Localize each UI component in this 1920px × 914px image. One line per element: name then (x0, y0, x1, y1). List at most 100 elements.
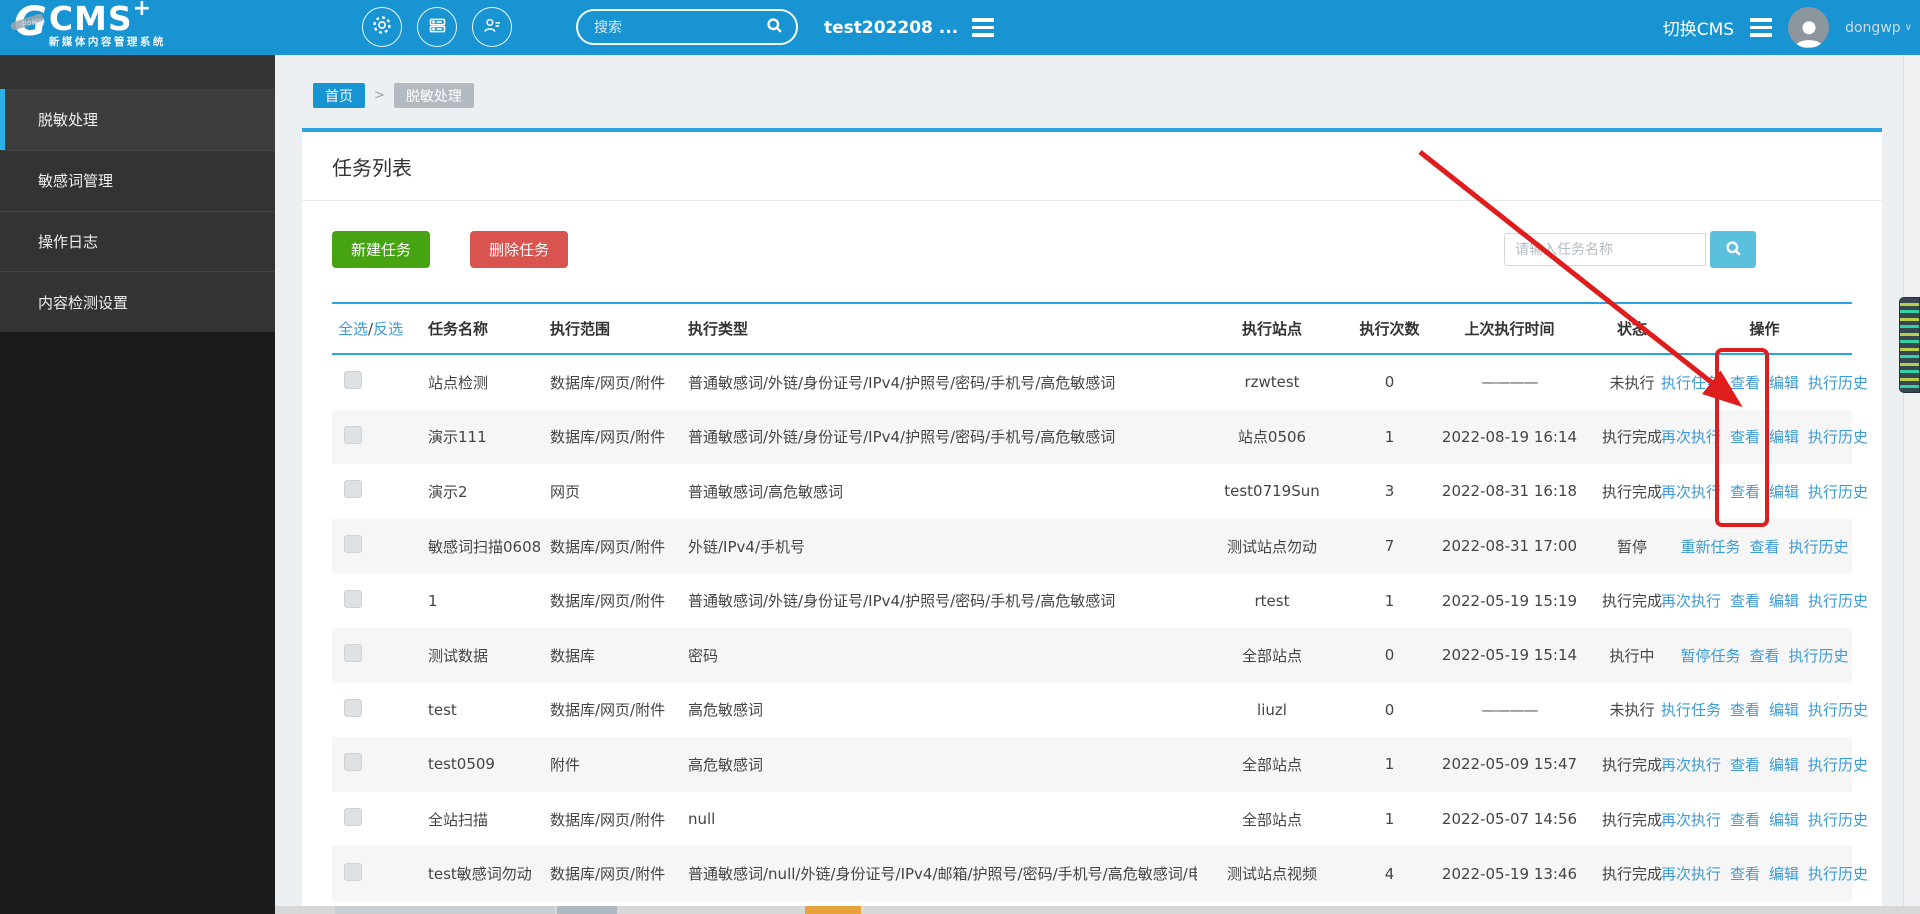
row-action-link[interactable]: 查看 (1730, 372, 1760, 393)
row-action-link[interactable]: 编辑 (1769, 754, 1799, 775)
cell-task-name: 站点检测 (428, 373, 489, 392)
row-action-link[interactable]: 查看 (1750, 536, 1780, 557)
row-action-link[interactable]: 执行历史 (1808, 426, 1868, 447)
row-action-link[interactable]: 编辑 (1769, 372, 1799, 393)
col-header-last-time: 上次执行时间 (1464, 320, 1555, 338)
row-action-link[interactable]: 再次执行 (1661, 809, 1721, 830)
row-action-link[interactable]: 执行历史 (1808, 481, 1868, 502)
table-body: 站点检测 数据库/网页/附件 普通敏感词/外链/身份证号/IPv4/护照号/密码… (332, 355, 1868, 901)
row-action-link[interactable]: 编辑 (1769, 699, 1799, 720)
cell-last-time: ———— (1481, 373, 1539, 392)
sidebar-item-3[interactable]: 内容检测设置 (0, 271, 275, 332)
switch-cms-link[interactable]: 切换CMS (1663, 15, 1734, 40)
row-checkbox[interactable] (344, 535, 362, 554)
cell-count: 0 (1384, 646, 1395, 665)
taskbar-segment (557, 906, 617, 914)
breadcrumb-home[interactable]: 首页 (313, 83, 365, 108)
row-action-link[interactable]: 查看 (1730, 754, 1760, 775)
task-search-button[interactable] (1710, 231, 1756, 268)
row-action-link[interactable]: 查看 (1730, 699, 1760, 720)
app-logo: G power CMS+ 新媒体内容管理系统 (9, 0, 166, 48)
cell-scope: 数据库/网页/附件 (550, 592, 666, 611)
row-checkbox[interactable] (344, 644, 362, 663)
row-checkbox[interactable] (344, 808, 362, 827)
cell-last-time: 2022-05-19 13:46 (1441, 864, 1578, 883)
sidebar-item-0[interactable]: 脱敏处理 (0, 89, 275, 150)
row-checkbox[interactable] (344, 698, 362, 717)
search-icon[interactable] (765, 16, 784, 39)
row-checkbox[interactable] (344, 862, 362, 881)
page-scrollbar[interactable] (1903, 55, 1920, 914)
logo-power-text: power (22, 19, 47, 27)
row-action-link[interactable]: 编辑 (1769, 481, 1799, 502)
cell-site: 测试站点勿动 (1226, 537, 1317, 556)
global-search-input[interactable] (594, 19, 765, 35)
row-action-link[interactable]: 执行历史 (1789, 645, 1849, 666)
task-name-search-input[interactable] (1504, 233, 1706, 266)
row-action-link[interactable]: 执行任务 (1661, 699, 1721, 720)
cell-last-time: 2022-08-31 17:00 (1441, 537, 1578, 556)
row-action-link[interactable]: 执行历史 (1808, 372, 1868, 393)
row-action-link[interactable]: 编辑 (1769, 426, 1799, 447)
row-action-link[interactable]: 编辑 (1769, 590, 1799, 611)
current-site-label[interactable]: test202208 ... (824, 18, 958, 38)
cell-last-time: 2022-05-07 14:56 (1441, 810, 1578, 829)
cell-site: rzwtest (1244, 373, 1300, 392)
row-checkbox[interactable] (344, 589, 362, 608)
settings-nav-button[interactable] (362, 7, 402, 47)
row-action-link[interactable]: 查看 (1730, 590, 1760, 611)
select-all-invert: 全选/反选 (338, 320, 404, 338)
sidebar-item-2[interactable]: 操作日志 (0, 210, 275, 272)
row-checkbox[interactable] (344, 480, 362, 499)
row-actions: 执行任务 查看 编辑 执行历史 (1661, 699, 1868, 720)
row-action-link[interactable]: 执行历史 (1789, 536, 1849, 557)
sidebar-menu: 脱敏处理 敏感词管理 操作日志 内容检测设置 (0, 55, 275, 332)
table-row: 1 数据库/网页/附件 普通敏感词/外链/身份证号/IPv4/护照号/密码/手机… (332, 573, 1868, 628)
row-action-link[interactable]: 查看 (1730, 426, 1760, 447)
cell-task-name: test (428, 700, 457, 719)
user-avatar[interactable] (1788, 7, 1830, 48)
table-row: test0509 附件 高危敏感词 全部站点 1 2022-05-09 15:4… (332, 737, 1868, 792)
row-action-link[interactable]: 执行历史 (1808, 590, 1868, 611)
row-actions: 再次执行 查看 编辑 执行历史 (1661, 754, 1868, 775)
site-menu-icon[interactable] (972, 18, 995, 37)
row-action-link[interactable]: 再次执行 (1661, 863, 1721, 884)
username-menu[interactable]: dongwp ∨ (1845, 20, 1912, 36)
create-task-button[interactable]: 新建任务 (332, 231, 430, 268)
breadcrumb-current: 脱敏处理 (393, 83, 474, 108)
row-action-link[interactable]: 重新任务 (1680, 536, 1740, 557)
row-action-link[interactable]: 编辑 (1769, 863, 1799, 884)
cell-task-name: 演示111 (428, 428, 487, 447)
row-action-link[interactable]: 再次执行 (1661, 754, 1721, 775)
cell-last-time: 2022-08-19 16:14 (1441, 427, 1578, 446)
row-action-link[interactable]: 查看 (1730, 809, 1760, 830)
row-action-link[interactable]: 查看 (1730, 863, 1760, 884)
row-action-link[interactable]: 执行历史 (1808, 809, 1868, 830)
row-checkbox[interactable] (344, 371, 362, 390)
row-action-link[interactable]: 再次执行 (1661, 426, 1721, 447)
row-checkbox[interactable] (344, 425, 362, 444)
browser-extension-widget[interactable] (1899, 297, 1920, 393)
row-actions: 再次执行 查看 编辑 执行历史 (1661, 481, 1868, 502)
col-header-task-name: 任务名称 (428, 320, 489, 338)
row-action-link[interactable]: 执行历史 (1808, 754, 1868, 775)
row-action-link[interactable]: 执行任务 (1661, 372, 1721, 393)
row-action-link[interactable]: 执行历史 (1808, 863, 1868, 884)
row-action-link[interactable]: 执行历史 (1808, 699, 1868, 720)
user-admin-nav-button[interactable] (472, 7, 512, 47)
row-action-link[interactable]: 再次执行 (1661, 481, 1721, 502)
row-action-link[interactable]: 编辑 (1769, 809, 1799, 830)
row-checkbox[interactable] (344, 753, 362, 772)
select-all-link[interactable]: 全选 (338, 320, 368, 338)
row-actions: 再次执行 查看 编辑 执行历史 (1661, 426, 1868, 447)
row-action-link[interactable]: 查看 (1750, 645, 1780, 666)
modules-nav-button[interactable] (417, 7, 457, 47)
row-action-link[interactable]: 再次执行 (1661, 590, 1721, 611)
sidebar-item-1[interactable]: 敏感词管理 (0, 149, 275, 211)
select-invert-link[interactable]: 反选 (373, 320, 403, 338)
apps-menu-icon[interactable] (1750, 18, 1773, 37)
logo-plus: + (132, 0, 152, 21)
row-action-link[interactable]: 查看 (1730, 481, 1760, 502)
delete-task-button[interactable]: 删除任务 (470, 231, 569, 268)
row-action-link[interactable]: 暂停任务 (1680, 645, 1740, 666)
